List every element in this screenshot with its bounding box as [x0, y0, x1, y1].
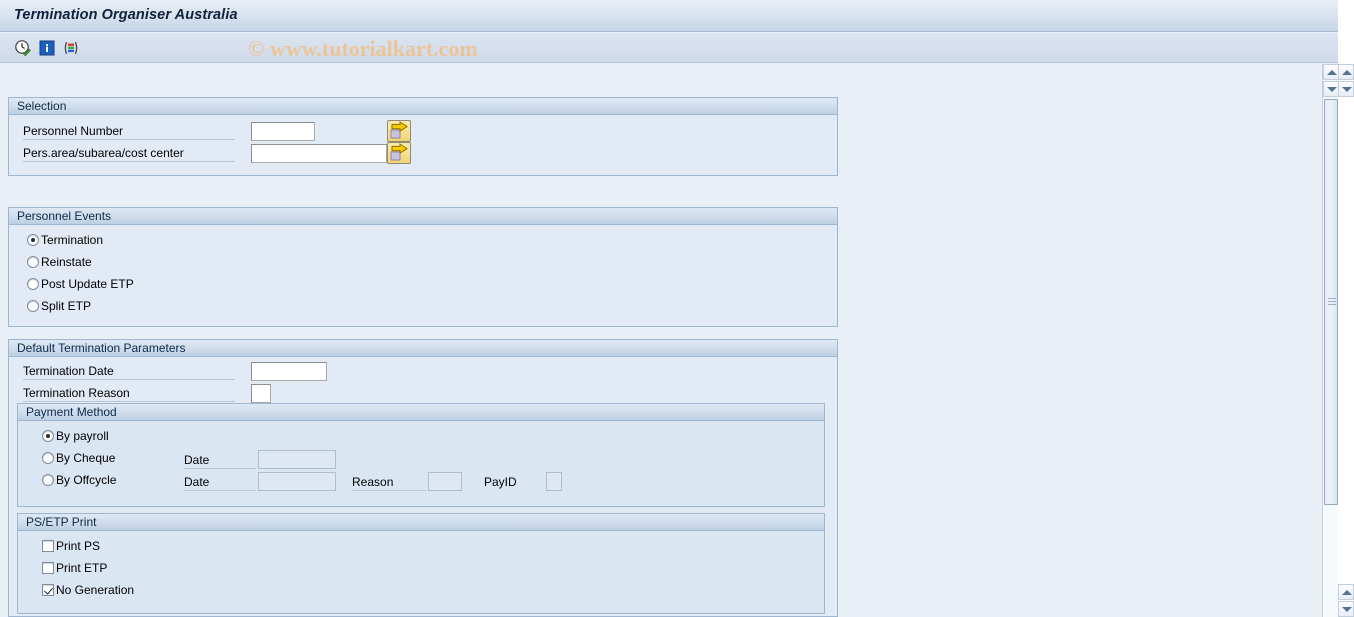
- execute-clock-icon[interactable]: [14, 39, 32, 57]
- radio-by-payroll-label: By payroll: [56, 429, 109, 443]
- pers-area-input[interactable]: [251, 144, 387, 163]
- checkbox-print-etp[interactable]: Print ETP: [42, 561, 107, 575]
- page-title: Termination Organiser Australia: [14, 7, 238, 23]
- radio-termination-indicator: [27, 234, 39, 246]
- radio-by-offcycle[interactable]: By Offcycle: [42, 473, 116, 487]
- personnel-events-panel-title: Personnel Events: [9, 208, 837, 225]
- radio-split-etp-label: Split ETP: [41, 299, 92, 313]
- radio-termination-label: Termination: [41, 233, 104, 247]
- termination-reason-input[interactable]: [251, 384, 271, 403]
- termination-date-input[interactable]: [251, 362, 327, 381]
- selection-panel-title: Selection: [9, 98, 837, 115]
- checkbox-print-ps-label: Print PS: [56, 539, 101, 553]
- radio-reinstate-label: Reinstate: [41, 255, 92, 269]
- chevron-up-icon: [1327, 70, 1337, 75]
- chevron-up-icon: [1342, 590, 1352, 595]
- value-help-arrow-icon: [390, 121, 408, 139]
- offcycle-payid-label: PayID: [484, 475, 517, 489]
- radio-post-update-etp-label: Post Update ETP: [41, 277, 134, 291]
- personnel-events-panel: Personnel Events Termination Reinstate P…: [8, 207, 838, 327]
- default-termination-parameters-title: Default Termination Parameters: [9, 340, 837, 357]
- scroll-thumb-grip: [1328, 298, 1336, 305]
- ps-etp-print-title: PS/ETP Print: [18, 514, 824, 531]
- value-help-arrow-icon: [390, 143, 408, 161]
- chevron-up-icon: [1342, 70, 1352, 75]
- offcycle-reason-label: Reason: [352, 475, 426, 491]
- inner-scroll-thumb[interactable]: [1324, 99, 1338, 505]
- offcycle-date-input[interactable]: [258, 472, 336, 491]
- scroll-up-button[interactable]: [1323, 64, 1339, 80]
- termination-reason-label: Termination Reason: [23, 386, 235, 402]
- radio-termination[interactable]: Termination: [27, 233, 103, 247]
- personnel-number-value-help-button[interactable]: [387, 120, 411, 142]
- radio-reinstate[interactable]: Reinstate: [27, 255, 92, 269]
- radio-post-update-etp[interactable]: Post Update ETP: [27, 277, 134, 291]
- offcycle-reason-input[interactable]: [428, 472, 462, 491]
- checkbox-print-etp-indicator: [42, 562, 54, 574]
- outer-vertical-scrollbar[interactable]: [1338, 64, 1354, 617]
- radio-by-cheque-label: By Cheque: [56, 451, 116, 465]
- radio-by-cheque-indicator: [42, 452, 54, 464]
- radio-by-payroll-indicator: [42, 430, 54, 442]
- ps-etp-print-panel: PS/ETP Print Print PS Print ETP No Gener…: [17, 513, 825, 614]
- checkbox-print-ps[interactable]: Print PS: [42, 539, 100, 553]
- outer-scroll-track[interactable]: [1338, 98, 1354, 583]
- info-icon[interactable]: [38, 39, 56, 57]
- personnel-number-label: Personnel Number: [23, 124, 235, 140]
- checkbox-no-generation-indicator: [42, 584, 54, 596]
- payment-method-title: Payment Method: [18, 404, 824, 421]
- checkbox-print-etp-label: Print ETP: [56, 561, 108, 575]
- radio-by-cheque[interactable]: By Cheque: [42, 451, 115, 465]
- application-toolbar: [0, 33, 1354, 63]
- outer-scroll-down-button-2[interactable]: [1338, 601, 1354, 617]
- payment-method-panel: Payment Method By payroll By Cheque Date…: [17, 403, 825, 507]
- outer-scroll-down-button[interactable]: [1338, 81, 1354, 97]
- personnel-number-input[interactable]: [251, 122, 315, 141]
- default-termination-parameters-panel: Default Termination Parameters Terminati…: [8, 339, 838, 617]
- radio-by-payroll[interactable]: By payroll: [42, 429, 109, 443]
- window-title-bar: Termination Organiser Australia: [0, 0, 1354, 32]
- chevron-down-icon: [1327, 87, 1337, 92]
- radio-reinstate-indicator: [27, 256, 39, 268]
- radio-by-offcycle-label: By Offcycle: [56, 473, 117, 487]
- checkbox-no-generation[interactable]: No Generation: [42, 583, 134, 597]
- radio-split-etp-indicator: [27, 300, 39, 312]
- inner-vertical-scrollbar[interactable]: [1322, 64, 1339, 617]
- outer-scroll-up-button[interactable]: [1338, 64, 1354, 80]
- chevron-down-icon: [1342, 607, 1352, 612]
- checkbox-no-generation-label: No Generation: [56, 583, 135, 597]
- outer-scroll-up-button-2[interactable]: [1338, 584, 1354, 600]
- radio-post-update-etp-indicator: [27, 278, 39, 290]
- offcycle-payid-input[interactable]: [546, 472, 562, 491]
- cheque-date-label: Date: [184, 453, 256, 469]
- scroll-down-button[interactable]: [1323, 81, 1339, 97]
- radio-split-etp[interactable]: Split ETP: [27, 299, 91, 313]
- selection-panel: Selection Personnel Number Pers.area/sub…: [8, 97, 838, 176]
- checkbox-print-ps-indicator: [42, 540, 54, 552]
- termination-date-label: Termination Date: [23, 364, 235, 380]
- radio-by-offcycle-indicator: [42, 474, 54, 486]
- pers-area-label: Pers.area/subarea/cost center: [23, 146, 235, 162]
- pers-area-value-help-button[interactable]: [387, 142, 411, 164]
- selection-screen-content: Selection Personnel Number Pers.area/sub…: [0, 64, 1322, 617]
- chevron-down-icon: [1342, 87, 1352, 92]
- offcycle-date-label: Date: [184, 475, 256, 491]
- variant-icon[interactable]: [62, 39, 80, 57]
- cheque-date-input[interactable]: [258, 450, 336, 469]
